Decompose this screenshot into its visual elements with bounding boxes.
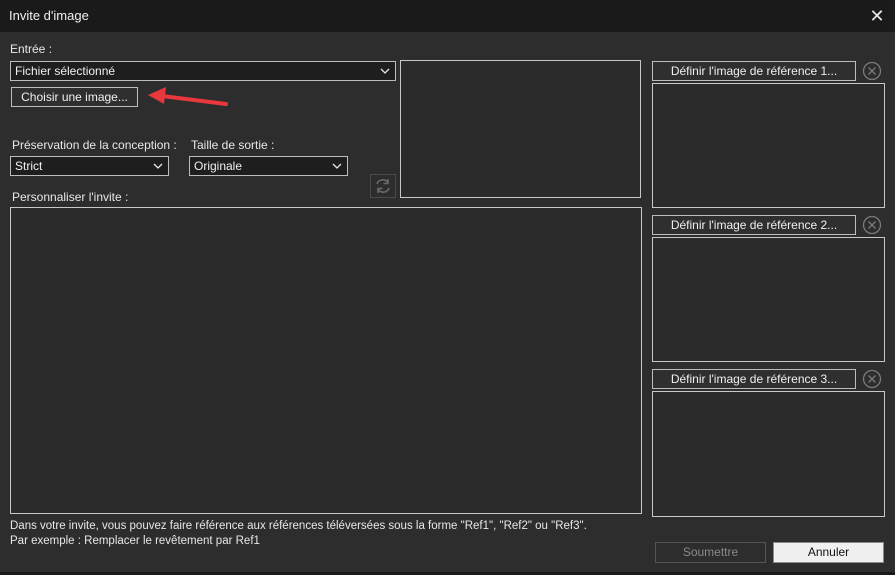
chevron-down-icon: [332, 163, 342, 169]
clear-reference-1-icon[interactable]: [861, 60, 883, 82]
chevron-down-icon: [153, 163, 163, 169]
output-size-select[interactable]: Originale: [189, 156, 348, 176]
refresh-icon: [376, 179, 390, 193]
set-reference-3-button[interactable]: Définir l'image de référence 3...: [652, 369, 856, 389]
image-preview-panel: [400, 60, 641, 198]
design-preservation-label: Préservation de la conception :: [12, 138, 177, 152]
set-reference-1-button[interactable]: Définir l'image de référence 1...: [652, 61, 856, 81]
output-size-label: Taille de sortie :: [191, 138, 275, 152]
reference-2-preview: [652, 237, 885, 362]
clear-reference-2-icon[interactable]: [861, 214, 883, 236]
refresh-button[interactable]: [370, 174, 396, 198]
hint-text-line-2: Par exemple : Remplacer le revêtement pa…: [10, 535, 260, 547]
choose-image-button[interactable]: Choisir une image...: [11, 87, 138, 107]
chevron-down-icon: [380, 68, 390, 74]
close-window-button[interactable]: ✕: [862, 2, 892, 30]
window-title: Invite d'image: [9, 8, 89, 23]
design-preservation-select[interactable]: Strict: [10, 156, 169, 176]
clear-reference-3-icon[interactable]: [861, 368, 883, 390]
hint-text-line-1: Dans votre invite, vous pouvez faire réf…: [10, 520, 587, 532]
set-reference-2-button[interactable]: Définir l'image de référence 2...: [652, 215, 856, 235]
input-source-select[interactable]: Fichier sélectionné: [10, 61, 396, 81]
custom-prompt-textarea[interactable]: [10, 207, 642, 514]
custom-prompt-label: Personnaliser l'invite :: [12, 190, 129, 204]
cancel-button[interactable]: Annuler: [773, 542, 884, 563]
design-preservation-value: Strict: [15, 159, 43, 173]
submit-button[interactable]: Soumettre: [655, 542, 766, 563]
close-icon: ✕: [869, 6, 885, 26]
title-bar: [0, 0, 895, 32]
reference-3-preview: [652, 391, 885, 517]
input-source-value: Fichier sélectionné: [15, 64, 116, 78]
input-label: Entrée :: [10, 42, 53, 56]
reference-1-preview: [652, 83, 885, 208]
annotation-arrow-icon: [148, 87, 228, 106]
output-size-value: Originale: [194, 159, 243, 173]
